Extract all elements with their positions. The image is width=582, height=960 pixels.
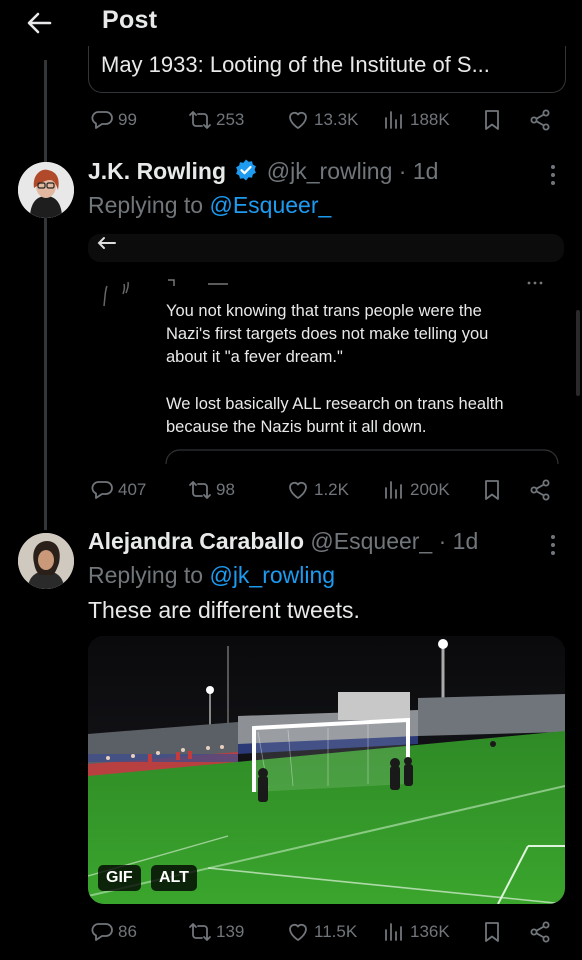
repost-icon	[189, 111, 211, 129]
repost-button[interactable]: 253	[188, 108, 244, 132]
reply-count: 99	[118, 110, 137, 129]
views-icon	[385, 481, 402, 499]
reply-icon	[91, 111, 113, 129]
share-icon[interactable]	[528, 920, 552, 944]
repost-button[interactable]: 139	[188, 920, 244, 944]
repost-icon	[189, 923, 211, 941]
like-icon	[289, 111, 307, 129]
gif-media[interactable]: GIF ALT	[88, 636, 565, 904]
top-header: Post	[0, 0, 582, 46]
quoted-post-text: May 1933: Looting of the Institute of S.…	[101, 52, 490, 77]
views-count: 136K	[410, 922, 450, 941]
verified-icon	[234, 158, 258, 182]
reply-count: 407	[118, 480, 147, 499]
bookmark-icon[interactable]	[480, 478, 504, 502]
action-bar-rowling: 407 98 1.2K 200K	[88, 478, 558, 506]
action-bar-post1: 99 253 13.3K 188K	[88, 108, 558, 136]
post-time: · 1d	[398, 158, 439, 184]
like-count: 13.3K	[314, 110, 359, 129]
gif-badge: GIF	[98, 865, 141, 891]
more-icon[interactable]	[549, 532, 557, 558]
replying-prefix: Replying to	[88, 192, 204, 218]
views-count: 200K	[410, 480, 450, 499]
like-icon	[289, 481, 307, 499]
tweet-text: These are different tweets.	[88, 597, 360, 623]
alejandra-name-row: Alejandra Caraballo @Esqueer_ · 1d	[88, 528, 478, 555]
views-icon	[385, 111, 402, 129]
views-button[interactable]: 136K	[382, 920, 450, 944]
repost-button[interactable]: 98	[188, 478, 235, 502]
embed-line: because the Nazis burnt it all down.	[166, 418, 427, 436]
replying-to-link[interactable]: @jk_rowling	[209, 562, 335, 588]
author-name[interactable]: J.K. Rowling	[88, 158, 226, 184]
share-icon[interactable]	[528, 478, 552, 502]
rowling-name-row: J.K. Rowling @jk_rowling · 1d	[88, 158, 438, 185]
embed-line: about it "a fever dream."	[166, 348, 343, 366]
embed-line: We lost basically ALL research on trans …	[166, 395, 504, 413]
repost-count: 139	[216, 922, 245, 941]
repost-count: 253	[216, 110, 245, 129]
reply-icon	[91, 923, 113, 941]
like-button[interactable]: 1.2K	[286, 478, 349, 502]
reply-button[interactable]: 407	[90, 478, 146, 502]
reply-button[interactable]: 99	[90, 108, 137, 132]
page-title: Post	[102, 6, 158, 34]
embed-line: You not knowing that trans people were t…	[166, 302, 482, 320]
views-icon	[385, 923, 402, 941]
reply-button[interactable]: 86	[90, 920, 137, 944]
like-button[interactable]: 13.3K	[286, 108, 358, 132]
author-handle[interactable]: @Esqueer_	[310, 528, 432, 554]
replying-to: Replying to @Esqueer_	[88, 192, 331, 219]
reply-icon	[91, 481, 113, 499]
alejandra-avatar[interactable]	[18, 533, 74, 589]
like-count: 1.2K	[314, 480, 349, 499]
share-icon[interactable]	[528, 108, 552, 132]
more-icon[interactable]	[549, 162, 557, 188]
thread-line	[44, 60, 47, 530]
replying-to-link[interactable]: @Esqueer_	[209, 192, 331, 218]
reply-count: 86	[118, 922, 137, 941]
action-bar-alejandra: 86 139 11.5K 136K	[88, 920, 558, 948]
author-handle[interactable]: @jk_rowling	[267, 158, 393, 184]
replying-to: Replying to @jk_rowling	[88, 562, 335, 589]
views-button[interactable]: 188K	[382, 108, 450, 132]
repost-count: 98	[216, 480, 235, 499]
back-arrow-icon[interactable]	[24, 8, 54, 38]
bookmark-icon[interactable]	[480, 920, 504, 944]
views-button[interactable]: 200K	[382, 478, 450, 502]
embed-line: Nazi's first targets does not make telli…	[166, 325, 489, 343]
author-name[interactable]: Alejandra Caraballo	[88, 528, 304, 554]
repost-icon	[189, 481, 211, 499]
like-icon	[289, 923, 307, 941]
replying-prefix: Replying to	[88, 562, 204, 588]
like-button[interactable]: 11.5K	[286, 920, 357, 944]
rowling-avatar[interactable]	[18, 162, 74, 218]
scrollbar[interactable]	[576, 310, 580, 396]
bookmark-icon[interactable]	[480, 108, 504, 132]
views-count: 188K	[410, 110, 450, 129]
like-count: 11.5K	[314, 922, 358, 941]
post-time: · 1d	[438, 528, 479, 554]
screenshot-image[interactable]: You not knowing that trans people were t…	[88, 232, 564, 470]
alt-badge[interactable]: ALT	[151, 865, 197, 891]
